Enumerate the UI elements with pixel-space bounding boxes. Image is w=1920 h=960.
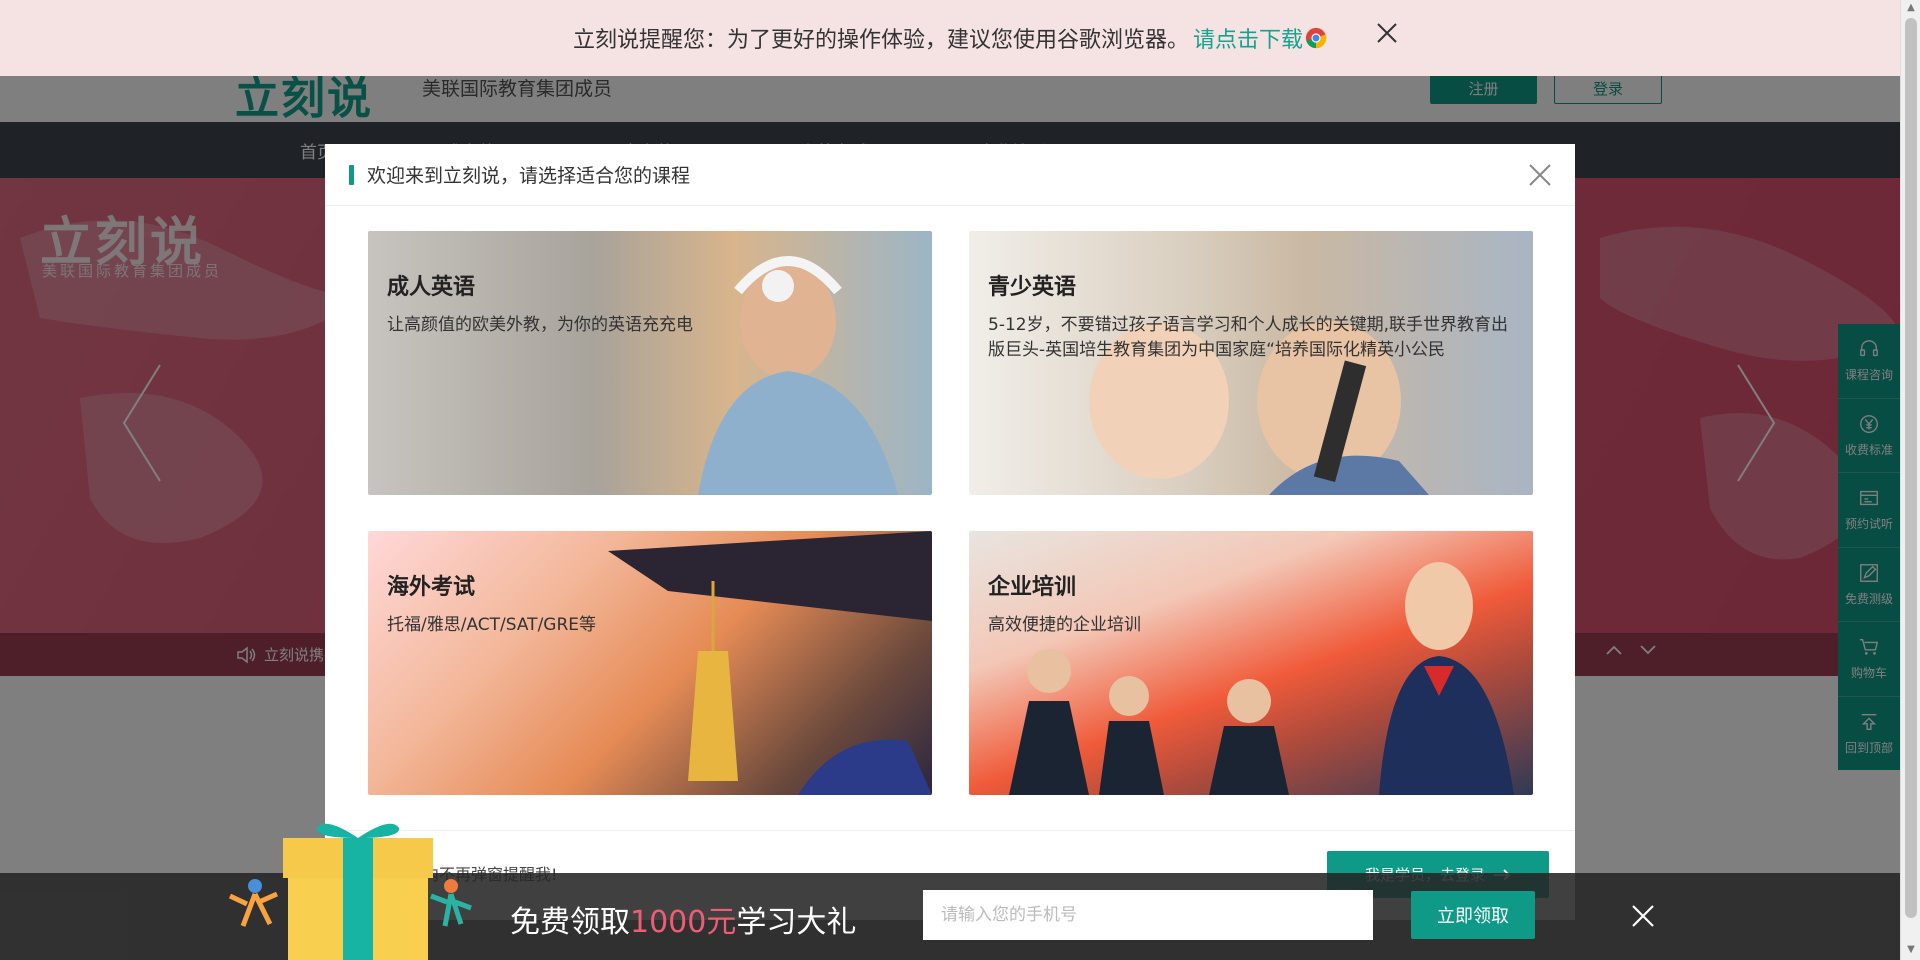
course-card-enterprise-training[interactable]: 企业培训 高效便捷的企业培训 bbox=[969, 531, 1533, 795]
card-title: 企业培训 bbox=[988, 575, 1077, 600]
chrome-icon[interactable] bbox=[1305, 27, 1327, 49]
card-text: 企业培训 高效便捷的企业培训 bbox=[988, 569, 1513, 638]
gift-box-icon bbox=[228, 823, 472, 960]
card-description: 托福/雅思/ACT/SAT/GRE等 bbox=[387, 615, 597, 635]
card-text: 成人英语 让高颜值的欧美外教，为你的英语充充电 bbox=[387, 269, 912, 338]
phone-number-input[interactable] bbox=[923, 890, 1373, 940]
modal-title: 欢迎来到立刻说，请选择适合您的课程 bbox=[367, 165, 691, 187]
title-accent-bar bbox=[349, 164, 354, 185]
card-text: 海外考试 托福/雅思/ACT/SAT/GRE等 bbox=[387, 569, 912, 638]
gift-headline: 免费领取1000元学习大礼 bbox=[510, 897, 856, 941]
card-title: 青少英语 bbox=[988, 275, 1077, 300]
course-select-modal: 欢迎来到立刻说，请选择适合您的课程 成人英语 让高颜值的欧美外教，为你的英语充充… bbox=[325, 144, 1575, 920]
banner-text: 立刻说提醒您：为了更好的操作体验，建议您使用谷歌浏览器。 bbox=[572, 28, 1189, 53]
course-card-youth-english[interactable]: 青少英语 5-12岁，不要错过孩子语言学习和个人成长的关键期,联手世界教育出版巨… bbox=[969, 231, 1533, 495]
claim-gift-button[interactable]: 立即领取 bbox=[1411, 891, 1535, 939]
modal-close-icon[interactable] bbox=[1527, 162, 1553, 188]
scroll-up-arrow[interactable]: ▲ bbox=[1904, 2, 1918, 16]
course-card-adult-english[interactable]: 成人英语 让高颜值的欧美外教，为你的英语充充电 bbox=[368, 231, 932, 495]
card-description: 让高颜值的欧美外教，为你的英语充充电 bbox=[387, 315, 693, 335]
gift-amount: 1000元 bbox=[630, 905, 737, 940]
course-cards: 成人英语 让高颜值的欧美外教，为你的英语充充电 青少英语 5-12岁，不要错过孩… bbox=[368, 231, 1533, 795]
card-description: 5-12岁，不要错过孩子语言学习和个人成长的关键期,联手世界教育出版巨头-英国培… bbox=[988, 315, 1508, 360]
gift-prefix: 免费领取 bbox=[510, 905, 630, 940]
browser-recommend-banner: 立刻说提醒您：为了更好的操作体验，建议您使用谷歌浏览器。 请点击下载 bbox=[0, 0, 1900, 76]
download-chrome-link[interactable]: 请点击下载 bbox=[1193, 22, 1303, 54]
course-card-overseas-exam[interactable]: 海外考试 托福/雅思/ACT/SAT/GRE等 bbox=[368, 531, 932, 795]
card-title: 成人英语 bbox=[387, 275, 476, 300]
card-title: 海外考试 bbox=[387, 575, 476, 600]
scroll-thumb[interactable] bbox=[1905, 18, 1917, 918]
gift-bar-close-icon[interactable] bbox=[1630, 903, 1656, 929]
card-description: 高效便捷的企业培训 bbox=[988, 615, 1141, 635]
gift-suffix: 学习大礼 bbox=[736, 905, 857, 940]
scroll-down-arrow[interactable]: ▼ bbox=[1904, 944, 1918, 958]
banner-close-icon[interactable] bbox=[1374, 20, 1400, 46]
modal-header: 欢迎来到立刻说，请选择适合您的课程 bbox=[325, 144, 1575, 206]
card-text: 青少英语 5-12岁，不要错过孩子语言学习和个人成长的关键期,联手世界教育出版巨… bbox=[988, 269, 1513, 362]
banner-message: 立刻说提醒您：为了更好的操作体验，建议您使用谷歌浏览器。 请点击下载 bbox=[573, 22, 1327, 54]
page-scrollbar[interactable]: ▲ ▼ bbox=[1900, 0, 1920, 960]
